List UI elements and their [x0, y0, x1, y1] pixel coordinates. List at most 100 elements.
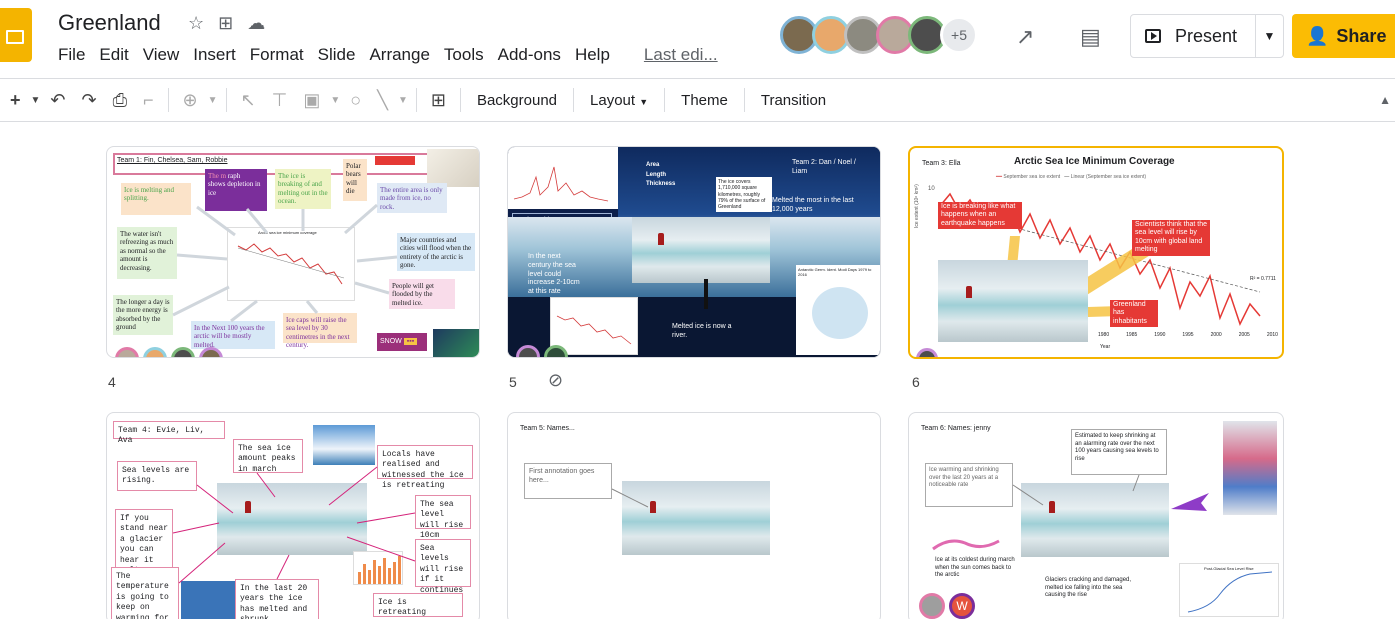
zoom-icon[interactable]: ⊕	[175, 90, 206, 111]
note-box: The temperature is going to keep on warm…	[111, 567, 179, 619]
slide-collaborator-avatars	[516, 345, 568, 357]
line-dropdown-icon[interactable]: ▼	[396, 95, 410, 106]
background-button[interactable]: Background	[467, 92, 567, 109]
avatar	[919, 593, 945, 619]
text-box-icon[interactable]: ⊤	[264, 90, 296, 111]
linked-comment-icon[interactable]: ⊘	[548, 370, 563, 391]
note-box: In the last 20 years the ice has melted …	[235, 579, 319, 619]
annotation-box: Ice warming and shrinking over the last …	[925, 463, 1013, 507]
menu-tools[interactable]: Tools	[437, 45, 491, 65]
annotation-box: First annotation goes here...	[524, 463, 612, 499]
slide-number: 5	[509, 374, 517, 390]
note-box: The ice is breaking of and melting out i…	[275, 169, 331, 209]
bar-chart-thumbnail	[353, 551, 403, 585]
slide-header: Team 4: Evie, Liv, Ava	[113, 421, 225, 445]
menu-view[interactable]: View	[136, 45, 187, 65]
greenland-map	[1223, 421, 1277, 515]
document-title[interactable]: Greenland	[58, 10, 161, 36]
cloud-status-icon[interactable]: ☁	[247, 13, 265, 34]
sea-level-chart-svg	[1187, 571, 1273, 613]
river-note: Melted ice is now a river.	[672, 323, 732, 339]
sea-level-chart: Post-Glacial Sea Level Rise	[1179, 563, 1279, 617]
note-box: Sea levels will rise if it continues to …	[415, 539, 471, 605]
star-icon[interactable]: ☆	[188, 13, 204, 34]
note-box: If you stand near a glacier you can hear…	[115, 509, 173, 575]
slide-grid: Team 1: Fin, Chelsea, Sam, Robbie Ice is…	[0, 122, 1395, 619]
zoom-dropdown-icon[interactable]: ▼	[206, 95, 220, 106]
toolbar-divider	[459, 88, 461, 112]
avatar	[171, 347, 195, 357]
present-button[interactable]: Present	[1131, 15, 1256, 57]
redo-icon[interactable]: ↷	[74, 90, 105, 111]
annotation-box: Estimated to keep shrinking at an alarmi…	[1071, 429, 1167, 475]
glacier-photo	[1021, 483, 1169, 557]
toolbar-divider	[664, 88, 666, 112]
new-slide-icon[interactable]: +	[0, 90, 29, 111]
temperature-chart	[508, 147, 618, 209]
polar-bear-photo	[427, 149, 479, 187]
slide-thumbnail-6[interactable]: Team 3: Ella Arctic Sea Ice Minimum Cove…	[908, 146, 1284, 359]
present-dropdown-icon[interactable]: ▼	[1256, 29, 1283, 43]
slide-header: Team 6: Names: jenny	[921, 425, 991, 432]
avatar	[143, 347, 167, 357]
note-box: The entire area is only made from ice, n…	[377, 183, 447, 213]
last-edit-link[interactable]: Last edi...	[637, 45, 725, 65]
slide-thumbnail-5[interactable]: Team 2: Dan / Noel / Liam Melted the mos…	[507, 146, 881, 358]
slide-thumbnail-7[interactable]: Team 4: Evie, Liv, Ava The sea ice amoun…	[106, 412, 480, 619]
menu-file[interactable]: File	[58, 45, 92, 65]
chart-annotation: Greenland has inhabitants	[1110, 300, 1158, 328]
shape-icon[interactable]: ○	[342, 90, 369, 111]
snow-label: SNOW	[380, 338, 402, 345]
line-icon[interactable]: ╲	[369, 90, 396, 111]
antarctica-map: Antarctic Germ. Ident. Modi Days 1979 to…	[796, 265, 880, 355]
snow-badge: SNOW ▪▪▪	[377, 333, 427, 351]
rate-note: In the next century the sea level could …	[528, 253, 580, 295]
annotation-text: Glaciers cracking and damaged, melted ic…	[1045, 577, 1132, 598]
glacier-photo	[622, 481, 770, 555]
black-arrow	[704, 279, 708, 309]
menu-help[interactable]: Help	[568, 45, 617, 65]
menu-slide[interactable]: Slide	[311, 45, 363, 65]
collapse-toolbar-icon[interactable]: ▲	[1379, 93, 1391, 107]
menu-arrange[interactable]: Arrange	[362, 45, 436, 65]
image-dropdown-icon[interactable]: ▼	[328, 95, 342, 106]
slide-number: 6	[912, 374, 920, 390]
theme-button[interactable]: Theme	[671, 92, 738, 109]
note-box: The sea ice amount peaks in march	[233, 439, 303, 474]
menu-format[interactable]: Format	[243, 45, 311, 65]
slide-number: 4	[108, 374, 116, 390]
x-tick: 2010	[1266, 332, 1278, 338]
paint-format-icon[interactable]: ⌐	[135, 90, 162, 111]
bar-chart-thumbnail-svg	[358, 556, 401, 584]
note-box: Major countries and cities will flood wh…	[397, 233, 475, 271]
undo-icon[interactable]: ↶	[42, 90, 73, 111]
menu-addons[interactable]: Add-ons	[491, 45, 568, 65]
new-slide-dropdown-icon[interactable]: ▼	[29, 95, 43, 106]
share-button[interactable]: 👤 Share	[1292, 14, 1395, 58]
print-icon[interactable]: ⎙	[105, 90, 135, 111]
slides-home-icon[interactable]	[0, 8, 32, 62]
share-people-icon: 👤	[1306, 25, 1329, 46]
x-axis-ticks: 1980 1985 1990 1995 2000 2005 2010	[1098, 332, 1278, 338]
image-icon[interactable]: ▣	[295, 90, 328, 111]
chart-annotation: Ice is breaking like what happens when a…	[938, 202, 1022, 230]
menu-insert[interactable]: Insert	[186, 45, 243, 65]
more-collaborators-badge[interactable]: +5	[940, 16, 978, 54]
x-tick: 1990	[1154, 332, 1166, 338]
slide-thumbnail-9[interactable]: Team 6: Names: jenny Estimated to keep s…	[908, 412, 1284, 619]
toolbar-divider	[743, 88, 745, 112]
note-box: The sea level will rise 10cm	[415, 495, 471, 540]
add-comment-icon[interactable]: ⊞	[423, 90, 454, 111]
menu-edit[interactable]: Edit	[92, 45, 135, 65]
melted-note: Melted the most in the last 12,000 years	[772, 197, 854, 213]
slide-thumbnail-4[interactable]: Team 1: Fin, Chelsea, Sam, Robbie Ice is…	[106, 146, 480, 358]
select-cursor-icon[interactable]: ↖	[233, 90, 264, 111]
slide-thumbnail-8[interactable]: Team 5: Names... First annotation goes h…	[507, 412, 881, 619]
fact-length: Length	[646, 171, 666, 178]
layout-button[interactable]: Layout ▼	[580, 92, 658, 109]
comments-icon[interactable]: ▤	[1080, 24, 1101, 50]
note-box: The m raph shows depletion in ice	[205, 169, 267, 211]
activity-trend-icon[interactable]: ↗	[1016, 24, 1034, 50]
transition-button[interactable]: Transition	[751, 92, 836, 109]
move-folder-icon[interactable]: ⊞	[218, 13, 233, 34]
